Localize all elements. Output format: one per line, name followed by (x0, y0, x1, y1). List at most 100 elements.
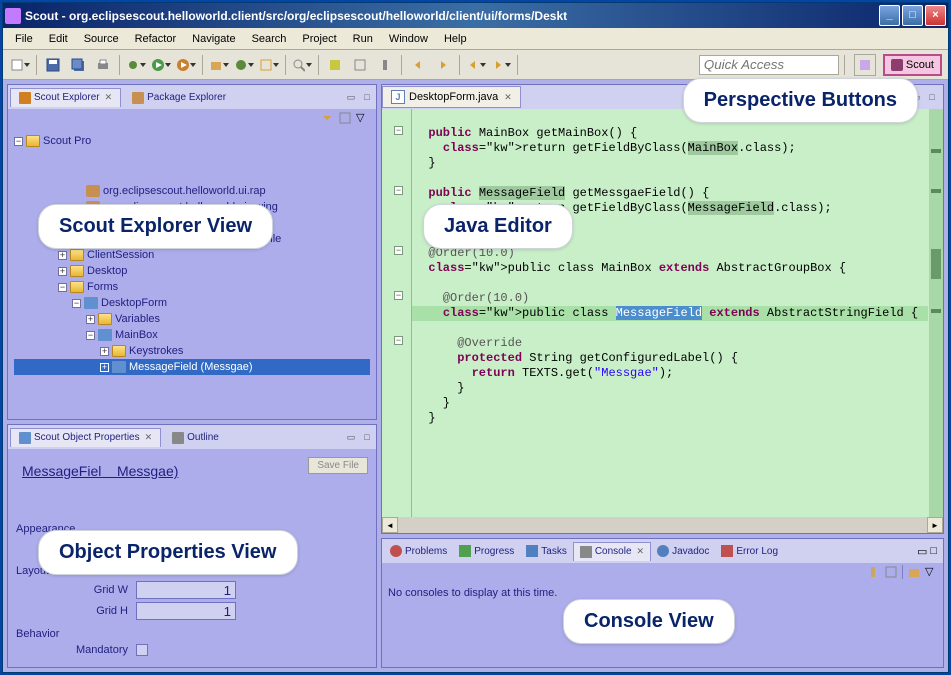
tab-package-explorer-label: Package Explorer (147, 92, 226, 103)
gridh-input[interactable] (136, 602, 236, 620)
scout-explorer-tree: −Scout Pro org.eclipsescout.helloworld.u… (10, 129, 374, 379)
gridw-input[interactable] (136, 581, 236, 599)
menu-help[interactable]: Help (436, 31, 475, 47)
pin-console-icon[interactable] (866, 565, 880, 579)
prev-edit-button[interactable] (407, 54, 429, 76)
new-package-button[interactable] (208, 54, 230, 76)
minimize-view-icon[interactable]: ▭ (344, 90, 358, 104)
scout-icon (891, 59, 903, 71)
maximize-view-icon[interactable]: □ (925, 90, 939, 104)
view-menu-icon[interactable]: ▽ (356, 111, 370, 125)
open-console-icon[interactable] (907, 565, 921, 579)
tab-label: Javadoc (672, 546, 709, 557)
tab-progress[interactable]: Progress (453, 542, 520, 560)
console-message: No consoles to display at this time. (388, 587, 937, 599)
minimize-button[interactable]: _ (879, 5, 900, 26)
open-perspective-button[interactable] (854, 54, 876, 76)
callout-explorer: Scout Explorer View (38, 204, 273, 249)
back-button[interactable] (465, 54, 487, 76)
search-button[interactable] (291, 54, 313, 76)
forward-button[interactable] (490, 54, 512, 76)
tree-label: Scout Pro (43, 135, 91, 147)
tab-object-properties[interactable]: Scout Object Properties ✕ (10, 428, 161, 447)
close-icon[interactable]: ✕ (637, 546, 645, 557)
next-edit-button[interactable] (432, 54, 454, 76)
menu-window[interactable]: Window (381, 31, 436, 47)
close-icon[interactable]: ✕ (105, 92, 113, 103)
menu-edit[interactable]: Edit (41, 31, 76, 47)
scroll-right-button[interactable]: ► (927, 517, 943, 533)
callout-console: Console View (563, 599, 735, 644)
tab-package-explorer[interactable]: Package Explorer (123, 88, 235, 107)
menu-project[interactable]: Project (294, 31, 344, 47)
overview-ruler[interactable] (929, 109, 943, 517)
java-editor[interactable]: − − − − − public MainBox getMainBox() { … (382, 109, 943, 533)
menu-search[interactable]: Search (244, 31, 295, 47)
menu-file[interactable]: File (7, 31, 41, 47)
bottom-tabs: Problems Progress Tasks Console✕ Javadoc… (382, 539, 943, 563)
tab-javadoc[interactable]: Javadoc (651, 542, 715, 560)
callout-perspective: Perspective Buttons (683, 78, 918, 123)
new-button[interactable] (9, 54, 31, 76)
tab-label: Tasks (541, 546, 567, 557)
tree-row[interactable]: −DesktopForm (14, 295, 370, 311)
editor-tab[interactable]: J DesktopForm.java ✕ (382, 86, 521, 108)
print-button[interactable] (92, 54, 114, 76)
maximize-button[interactable]: □ (902, 5, 923, 26)
tree-label: MainBox (115, 329, 158, 341)
debug-button[interactable] (125, 54, 147, 76)
tree-row[interactable]: −Forms (14, 279, 370, 295)
save-all-button[interactable] (67, 54, 89, 76)
tree-row[interactable]: −Scout Pro (14, 133, 370, 149)
close-button[interactable]: × (925, 5, 946, 26)
maximize-view-icon[interactable]: □ (930, 545, 937, 558)
tab-outline[interactable]: Outline (163, 428, 228, 447)
display-console-icon[interactable] (884, 565, 898, 579)
scroll-left-button[interactable]: ◄ (382, 517, 398, 533)
new-class-button[interactable] (233, 54, 255, 76)
tab-props-label: Scout Object Properties (34, 432, 140, 443)
collapse-all-icon[interactable] (320, 111, 334, 125)
tree-label: Keystrokes (129, 345, 183, 357)
tree-row[interactable]: +Desktop (14, 263, 370, 279)
close-icon[interactable]: ✕ (504, 92, 512, 103)
menu-navigate[interactable]: Navigate (184, 31, 243, 47)
open-type-button[interactable] (258, 54, 280, 76)
tree-row-selected[interactable]: +MessageField (Messgae) (14, 359, 370, 375)
maximize-view-icon[interactable]: □ (360, 90, 374, 104)
close-icon[interactable]: ✕ (145, 432, 153, 443)
tree-row[interactable]: +Keystrokes (14, 343, 370, 359)
annotation-button[interactable] (349, 54, 371, 76)
tree-row[interactable]: +Variables (14, 311, 370, 327)
menu-refactor[interactable]: Refactor (127, 31, 185, 47)
tab-tasks[interactable]: Tasks (520, 542, 573, 560)
tab-errorlog[interactable]: Error Log (715, 542, 784, 560)
tree-row[interactable]: −MainBox (14, 327, 370, 343)
tab-problems[interactable]: Problems (384, 542, 453, 560)
scout-perspective-button[interactable]: Scout (883, 54, 942, 76)
menu-run[interactable]: Run (345, 31, 381, 47)
tree-label: org.eclipsescout.helloworld.ui.rap (103, 185, 266, 197)
console-menu-icon[interactable]: ▽ (925, 565, 939, 579)
minimize-view-icon[interactable]: ▭ (917, 545, 927, 558)
horizontal-scrollbar[interactable]: ◄ ► (382, 517, 943, 533)
run-last-button[interactable] (175, 54, 197, 76)
tree-row[interactable]: +ClientSession (14, 247, 370, 263)
editor-gutter[interactable]: − − − − − (382, 109, 412, 517)
tree-row[interactable]: org.eclipsescout.helloworld.ui.rap (14, 183, 370, 199)
minimize-view-icon[interactable]: ▭ (344, 430, 358, 444)
save-file-button[interactable]: Save File (308, 457, 368, 474)
section-behavior: Behavior (16, 628, 368, 640)
maximize-view-icon[interactable]: □ (360, 430, 374, 444)
java-file-icon: J (391, 90, 405, 104)
tab-console[interactable]: Console✕ (573, 542, 651, 561)
run-button[interactable] (150, 54, 172, 76)
mandatory-checkbox[interactable] (136, 644, 148, 656)
toggle-mark-button[interactable] (324, 54, 346, 76)
menu-source[interactable]: Source (76, 31, 127, 47)
quick-access-input[interactable] (699, 55, 839, 75)
pin-button[interactable] (374, 54, 396, 76)
save-button[interactable] (42, 54, 64, 76)
tab-scout-explorer[interactable]: Scout Explorer ✕ (10, 88, 121, 107)
link-editor-icon[interactable] (338, 111, 352, 125)
